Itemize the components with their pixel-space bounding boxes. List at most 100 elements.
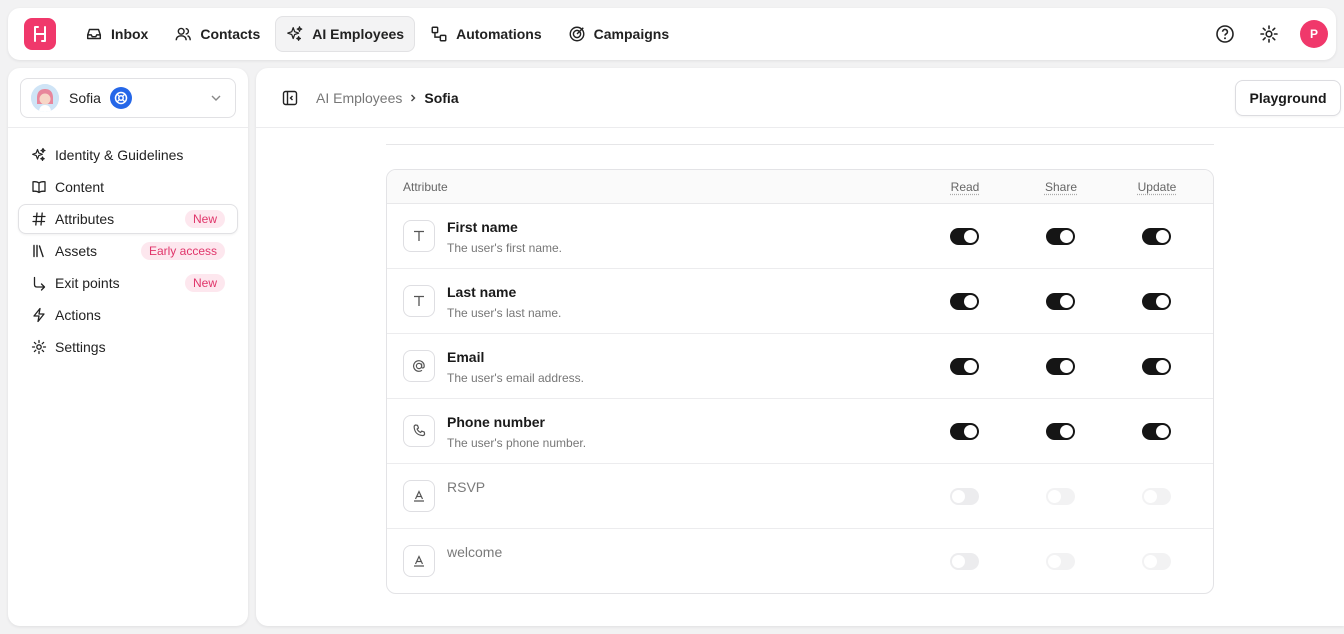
agent-selector[interactable]: Sofia	[20, 78, 236, 118]
nav-ai-employees-label: AI Employees	[312, 26, 405, 42]
agent-avatar-image	[31, 84, 59, 112]
custom-text-icon	[414, 490, 424, 502]
playground-button[interactable]: Playground	[1235, 80, 1341, 116]
sidebar-toggle-icon[interactable]	[282, 90, 298, 106]
update-toggle[interactable]	[1142, 358, 1171, 375]
table-row: RSVP	[387, 464, 1213, 529]
corner-arrow-icon	[33, 276, 46, 291]
table-row: Email The user's email address.	[387, 334, 1213, 399]
share-toggle[interactable]	[1046, 423, 1075, 440]
nav-contacts-label: Contacts	[200, 26, 261, 42]
sidebar-item-identity-label: Identity & Guidelines	[55, 147, 184, 163]
help-icon	[1216, 25, 1234, 43]
sidebar-item-content-label: Content	[55, 179, 105, 195]
update-toggle	[1142, 488, 1171, 505]
logo-icon	[34, 26, 46, 42]
text-icon	[414, 230, 424, 241]
sidebar: Sofia Identity & Guidelines Content Attr…	[8, 68, 248, 626]
nav-inbox[interactable]: Inbox	[74, 16, 159, 52]
read-toggle[interactable]	[950, 293, 979, 310]
agent-avatar	[31, 84, 59, 112]
read-toggle[interactable]	[950, 358, 979, 375]
nav-ai-employees[interactable]: AI Employees	[275, 16, 416, 52]
phone-icon	[413, 424, 426, 437]
sidebar-item-identity[interactable]: Identity & Guidelines	[18, 140, 238, 170]
attribute-name: RSVP	[447, 479, 486, 495]
custom-text-type	[403, 545, 435, 577]
sidebar-item-settings[interactable]: Settings	[18, 332, 238, 362]
attribute-description: The user's last name.	[447, 306, 562, 320]
table-row: welcome	[387, 529, 1213, 593]
settings-button[interactable]	[1256, 21, 1282, 47]
read-toggle[interactable]	[950, 553, 979, 570]
share-toggle[interactable]	[1046, 293, 1075, 310]
lifebuoy-icon	[114, 91, 128, 105]
header-attribute: Attribute	[403, 179, 448, 194]
table-row: Phone number The user's phone number.	[387, 399, 1213, 464]
sidebar-item-exit-points-label: Exit points	[55, 275, 120, 291]
breadcrumb-current: Sofia	[424, 90, 459, 106]
share-toggle[interactable]	[1046, 358, 1075, 375]
text-icon	[414, 295, 424, 306]
email-type	[403, 350, 435, 382]
update-toggle[interactable]	[1142, 228, 1171, 245]
main-header: AI Employees Sofia Playground	[256, 68, 1344, 128]
sidebar-item-attributes[interactable]: Attributes New	[18, 204, 238, 234]
content-divider	[386, 144, 1214, 145]
header-update: Update	[1137, 179, 1177, 194]
share-toggle	[1046, 553, 1075, 570]
read-toggle[interactable]	[950, 228, 979, 245]
sidebar-item-assets[interactable]: Assets Early access	[18, 236, 238, 266]
share-toggle	[1046, 488, 1075, 505]
nav-contacts[interactable]: Contacts	[163, 16, 271, 52]
sidebar-item-actions[interactable]: Actions	[18, 300, 238, 330]
sidebar-item-settings-label: Settings	[55, 339, 106, 355]
table-row: Last name The user's last name.	[387, 269, 1213, 334]
sidebar-menu: Identity & Guidelines Content Attributes…	[18, 140, 238, 364]
share-toggle[interactable]	[1046, 228, 1075, 245]
breadcrumb: AI Employees Sofia	[316, 90, 459, 106]
book-icon	[32, 181, 46, 194]
bolt-icon	[33, 307, 45, 323]
update-toggle[interactable]	[1142, 423, 1171, 440]
attributes-table: Attribute Read Share Update First name T…	[386, 169, 1214, 594]
top-navigation-bar: Inbox Contacts AI Employees Automations …	[8, 8, 1336, 60]
early-access-badge: Early access	[140, 242, 225, 260]
text-type	[403, 220, 435, 252]
update-toggle	[1142, 553, 1171, 570]
help-button[interactable]	[1212, 21, 1238, 47]
read-toggle[interactable]	[950, 488, 979, 505]
attribute-name: Last name	[447, 284, 517, 300]
nav-campaigns[interactable]: Campaigns	[557, 16, 680, 52]
new-badge: New	[184, 210, 225, 228]
sidebar-item-exit-points[interactable]: Exit points New	[18, 268, 238, 298]
library-icon	[33, 244, 44, 258]
sidebar-item-attributes-label: Attributes	[55, 211, 115, 227]
sidebar-divider	[8, 127, 248, 128]
attribute-name: Email	[447, 349, 485, 365]
nav-automations[interactable]: Automations	[419, 16, 553, 52]
main-nav: Inbox Contacts AI Employees Automations …	[74, 16, 680, 52]
attribute-name: welcome	[447, 544, 503, 560]
sparkles-icon	[32, 147, 46, 161]
nav-inbox-label: Inbox	[111, 26, 149, 42]
update-toggle[interactable]	[1142, 293, 1171, 310]
new-badge: New	[184, 274, 225, 292]
table-header: Attribute Read Share Update	[387, 170, 1213, 204]
attribute-description: The user's phone number.	[447, 436, 587, 450]
gear-icon	[1260, 25, 1278, 43]
chevron-down-icon	[211, 95, 221, 101]
agent-channel-badge	[109, 87, 132, 109]
main-panel: AI Employees Sofia Playground Attribute …	[256, 68, 1344, 626]
custom-text-icon	[414, 555, 424, 567]
breadcrumb-parent[interactable]: AI Employees	[316, 90, 402, 106]
workflow-icon	[431, 26, 447, 42]
at-icon	[413, 360, 425, 372]
user-avatar[interactable]: P	[1300, 20, 1328, 48]
chevron-right-icon	[411, 94, 416, 102]
app-logo[interactable]	[24, 18, 56, 50]
gear-icon	[31, 339, 47, 355]
read-toggle[interactable]	[950, 423, 979, 440]
sidebar-item-content[interactable]: Content	[18, 172, 238, 202]
inbox-icon	[86, 28, 102, 40]
